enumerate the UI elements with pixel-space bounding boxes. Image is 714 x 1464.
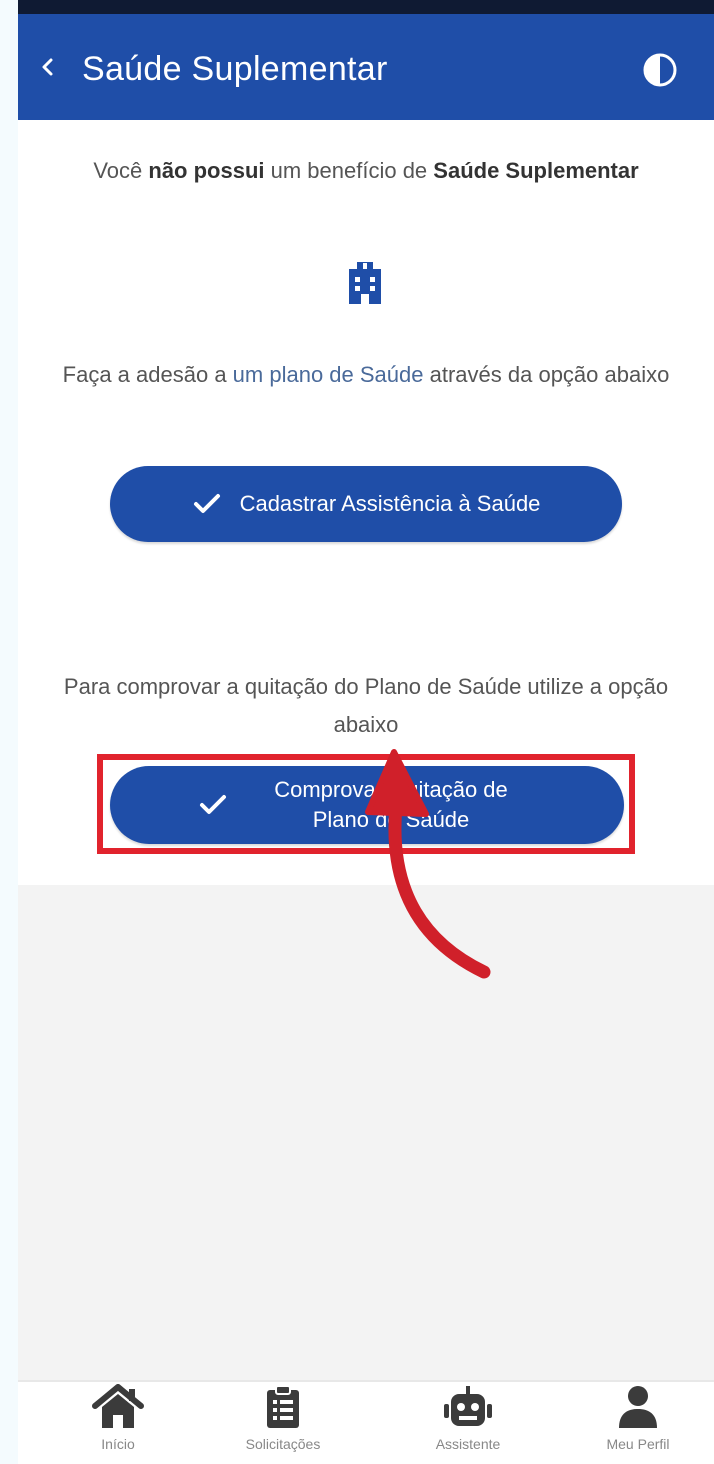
- tab-meu-perfil[interactable]: Meu Perfil: [573, 1384, 703, 1464]
- tab-label-meu-perfil: Meu Perfil: [606, 1436, 670, 1452]
- clipboard-icon: [267, 1385, 299, 1428]
- app-screen: Saúde Suplementar Você não possui um ben…: [18, 0, 714, 1464]
- page-title: Saúde Suplementar: [82, 50, 388, 88]
- hospital-building-icon: [349, 262, 381, 304]
- status-bar: [18, 0, 714, 14]
- check-icon: [193, 494, 220, 513]
- health-plan-link[interactable]: um plano de Saúde: [233, 362, 424, 387]
- adhesion-message: Faça a adesão a um plano de Saúde atravé…: [62, 362, 670, 387]
- robot-icon: [444, 1386, 492, 1426]
- register-button-label: Cadastrar Assistência à Saúde: [239, 491, 541, 516]
- home-icon: [92, 1384, 144, 1428]
- prove-payment-button[interactable]: Comprovar Quitação de Plano de Saúde: [110, 766, 624, 844]
- main-content: Você não possui um benefício de Saúde Su…: [18, 120, 714, 885]
- tab-solicitacoes[interactable]: Solicitações: [218, 1384, 348, 1464]
- chevron-left-icon: [42, 58, 53, 76]
- prove-payment-button-label: Comprovar Quitação de Plano de Saúde: [274, 777, 508, 832]
- contrast-icon[interactable]: [642, 52, 678, 88]
- bottom-tab-bar: Início Solicitações Assistente Meu Perfi…: [18, 1380, 714, 1464]
- no-benefit-message: Você não possui um benefício de Saúde Su…: [93, 158, 639, 183]
- app-header: Saúde Suplementar: [18, 14, 714, 120]
- empty-area: [18, 885, 714, 1380]
- tab-label-assistente: Assistente: [435, 1436, 501, 1452]
- tab-inicio[interactable]: Início: [53, 1384, 183, 1464]
- check-icon: [200, 795, 226, 814]
- tab-label-inicio: Início: [101, 1436, 135, 1452]
- register-health-assistance-button[interactable]: Cadastrar Assistência à Saúde: [110, 466, 622, 542]
- tab-assistente[interactable]: Assistente: [403, 1384, 533, 1464]
- user-icon: [619, 1386, 657, 1428]
- payment-proof-message: Para comprovar a quitação do Plano de Sa…: [63, 674, 669, 737]
- tab-label-solicitacoes: Solicitações: [245, 1436, 321, 1452]
- back-button[interactable]: [28, 44, 68, 90]
